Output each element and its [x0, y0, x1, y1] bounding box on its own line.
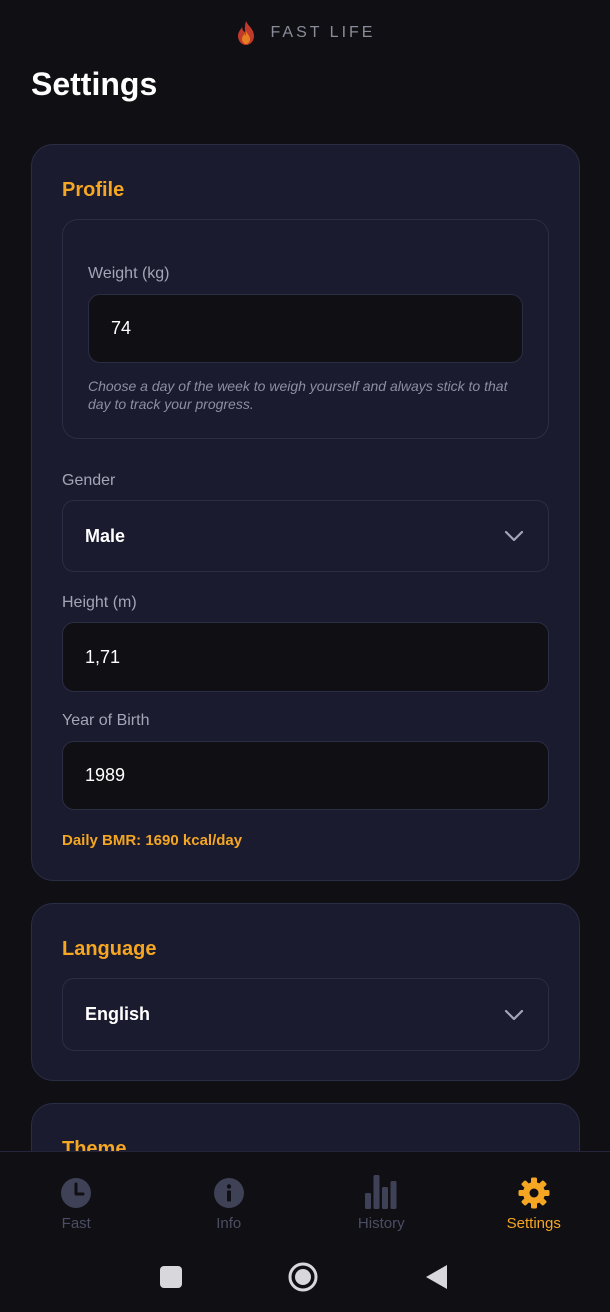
gear-icon: [518, 1177, 550, 1209]
language-select[interactable]: English: [62, 978, 549, 1051]
app-name: FAST LIFE: [270, 24, 376, 41]
chevron-down-icon: [504, 1009, 524, 1020]
page-title: Settings: [31, 66, 158, 102]
weight-input[interactable]: 74: [88, 294, 523, 363]
gender-value: Male: [85, 525, 126, 546]
gender-label: Gender: [62, 472, 116, 489]
info-icon: [213, 1178, 244, 1208]
chevron-down-icon: [504, 530, 524, 542]
nav-item-info[interactable]: Info: [153, 1152, 306, 1243]
app-header: FAST LIFE: [0, 18, 610, 48]
profile-card: Profile Weight (kg) 74 Choose a day of t…: [31, 144, 580, 881]
birth-year-label: Year of Birth: [62, 712, 150, 729]
nav-label-settings: Settings: [506, 1215, 561, 1232]
nav-item-history[interactable]: History: [305, 1152, 458, 1243]
scroll-area[interactable]: FAST LIFE Settings Profile Weight (kg) 7…: [0, 0, 610, 1151]
weight-hint: Choose a day of the week to weigh yourse…: [88, 378, 508, 412]
bar-chart-icon: [365, 1175, 397, 1209]
clock-icon: [61, 1178, 92, 1208]
profile-title: Profile: [62, 179, 125, 201]
system-nav-bar: [0, 1243, 610, 1312]
nav-item-settings[interactable]: Settings: [458, 1152, 610, 1243]
settings-screen: FAST LIFE Settings Profile Weight (kg) 7…: [0, 0, 610, 1312]
weight-section: Weight (kg) 74 Choose a day of the week …: [62, 219, 549, 439]
flame-icon: [237, 21, 254, 45]
theme-card: Theme: [31, 1103, 580, 1151]
back-button[interactable]: [421, 1261, 453, 1293]
theme-title: Theme: [62, 1138, 127, 1151]
language-title: Language: [62, 938, 157, 960]
nav-label-history: History: [357, 1215, 405, 1232]
bmr-text: Daily BMR: 1690 kcal/day: [62, 832, 243, 849]
weight-label: Weight (kg): [88, 265, 170, 282]
recents-button[interactable]: [155, 1261, 187, 1293]
gender-select[interactable]: Male: [62, 500, 549, 572]
nav-label-info: Info: [216, 1215, 242, 1232]
height-label: Height (m): [62, 594, 137, 611]
nav-label-fast: Fast: [61, 1215, 91, 1232]
birth-year-input[interactable]: 1989: [62, 741, 549, 810]
nav-item-fast[interactable]: Fast: [0, 1152, 153, 1243]
language-card: Language English: [31, 903, 580, 1081]
home-button[interactable]: [287, 1261, 319, 1293]
bottom-nav: Fast Info History Settings: [0, 1151, 610, 1243]
height-input[interactable]: 1,71: [62, 622, 549, 692]
language-value: English: [85, 1004, 151, 1024]
